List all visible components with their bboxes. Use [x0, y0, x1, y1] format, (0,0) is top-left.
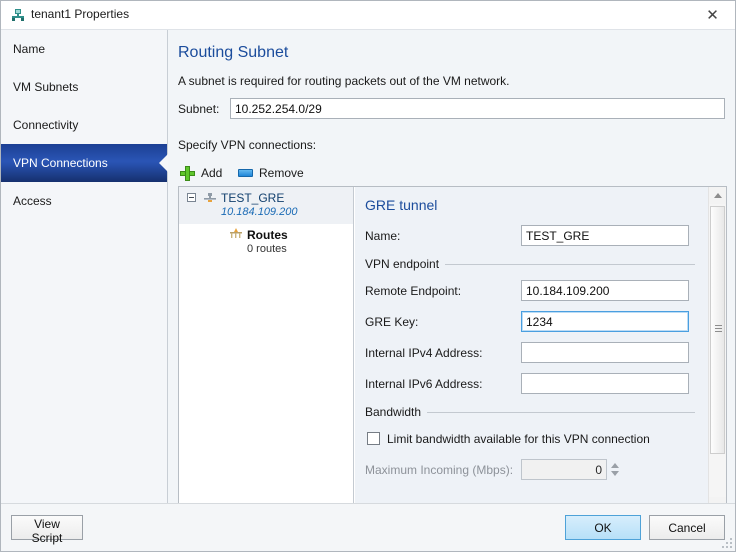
sidebar-item-access[interactable]: Access	[1, 182, 167, 220]
field-internal-ipv4-input[interactable]	[521, 342, 689, 363]
ok-button[interactable]: OK	[565, 515, 641, 540]
subnet-label: Subnet:	[178, 102, 220, 116]
detail-title: GRE tunnel	[365, 197, 438, 213]
field-remote-endpoint: Remote Endpoint:	[365, 280, 695, 301]
specify-vpn-label: Specify VPN connections:	[178, 138, 317, 152]
limit-bandwidth-row[interactable]: Limit bandwidth available for this VPN c…	[367, 431, 697, 447]
stepper-down-icon[interactable]	[611, 471, 619, 476]
sidebar-item-connectivity[interactable]: Connectivity	[1, 106, 167, 144]
group-vpn-endpoint-label: VPN endpoint	[365, 257, 446, 271]
sidebar: Name VM Subnets Connectivity VPN Connect…	[1, 30, 168, 503]
properties-dialog: tenant1 Properties ✕ Name VM Subnets Con…	[0, 0, 736, 552]
field-internal-ipv6: Internal IPv6 Address:	[365, 373, 695, 394]
sidebar-item-vm-subnets[interactable]: VM Subnets	[1, 68, 167, 106]
network-vm-icon	[10, 7, 26, 23]
vpn-tree[interactable]: TEST_GRE 10.184.109.200 Routes 0 routes	[179, 187, 354, 503]
field-internal-ipv6-label: Internal IPv6 Address:	[365, 377, 483, 391]
main-panel: Routing Subnet A subnet is required for …	[168, 30, 735, 503]
field-gre-key-input[interactable]	[521, 311, 689, 332]
field-remote-endpoint-label: Remote Endpoint:	[365, 284, 462, 298]
page-description: A subnet is required for routing packets…	[178, 74, 510, 88]
field-name: Name:	[365, 225, 695, 246]
stepper-up-icon[interactable]	[611, 463, 619, 468]
field-internal-ipv4: Internal IPv4 Address:	[365, 342, 695, 363]
scrollbar-thumb[interactable]	[710, 206, 725, 454]
field-internal-ipv6-input[interactable]	[521, 373, 689, 394]
field-internal-ipv4-label: Internal IPv4 Address:	[365, 346, 483, 360]
close-icon[interactable]: ✕	[690, 1, 735, 29]
add-button[interactable]: Add	[180, 160, 222, 186]
tree-item-test-gre[interactable]: TEST_GRE 10.184.109.200	[179, 187, 353, 224]
vpn-tunnel-icon	[203, 192, 217, 204]
collapse-icon[interactable]	[187, 193, 196, 202]
field-name-label: Name:	[365, 229, 401, 243]
max-incoming-input[interactable]	[521, 459, 607, 480]
subnet-row: Subnet:	[178, 98, 726, 120]
limit-bandwidth-label: Limit bandwidth available for this VPN c…	[387, 432, 650, 446]
window-title: tenant1 Properties	[31, 7, 130, 21]
plus-icon	[180, 165, 195, 181]
scrollbar-grip-icon	[715, 325, 722, 334]
field-gre-key-label: GRE Key:	[365, 315, 419, 329]
remove-button[interactable]: Remove	[238, 160, 304, 186]
field-remote-endpoint-input[interactable]	[521, 280, 689, 301]
minus-icon	[238, 169, 253, 177]
vpn-detail-panel: GRE tunnel Name: VPN endpoint Remote End…	[355, 187, 726, 503]
sidebar-item-name[interactable]: Name	[1, 30, 167, 68]
subnet-input[interactable]	[230, 98, 725, 119]
limit-bandwidth-checkbox[interactable]	[367, 432, 380, 445]
group-vpn-endpoint: VPN endpoint	[365, 257, 695, 271]
tree-item-name: TEST_GRE	[221, 191, 285, 205]
add-button-label: Add	[201, 166, 223, 180]
vpn-toolbar: Add Remove	[178, 160, 696, 186]
max-incoming-stepper[interactable]	[610, 459, 621, 480]
cancel-button[interactable]: Cancel	[649, 515, 725, 540]
scroll-up-icon[interactable]	[709, 187, 726, 204]
group-bandwidth: Bandwidth	[365, 405, 695, 419]
detail-scrollbar[interactable]	[708, 187, 726, 503]
resize-grip-icon[interactable]	[722, 538, 732, 548]
vpn-detail-inner: GRE tunnel Name: VPN endpoint Remote End…	[355, 187, 707, 503]
max-incoming-row: Maximum Incoming (Mbps):	[365, 459, 695, 480]
vpn-connections-pane: TEST_GRE 10.184.109.200 Routes 0 routes …	[178, 186, 727, 503]
page-title: Routing Subnet	[178, 44, 289, 61]
tree-child-name: Routes	[247, 228, 288, 242]
remove-button-label: Remove	[259, 166, 304, 180]
sidebar-item-vpn-connections[interactable]: VPN Connections	[1, 144, 168, 182]
routes-icon	[229, 228, 243, 240]
view-script-button[interactable]: View Script	[11, 515, 83, 545]
title-bar: tenant1 Properties ✕	[1, 1, 735, 29]
dialog-content: Name VM Subnets Connectivity VPN Connect…	[1, 29, 735, 503]
max-incoming-label: Maximum Incoming (Mbps):	[365, 463, 514, 477]
field-name-input[interactable]	[521, 225, 689, 246]
tree-child-detail: 0 routes	[247, 243, 287, 255]
dialog-footer: View Script OK Cancel	[1, 503, 735, 551]
tree-item-address: 10.184.109.200	[221, 206, 298, 218]
field-gre-key: GRE Key:	[365, 311, 695, 332]
tree-item-routes[interactable]: Routes 0 routes	[179, 224, 353, 261]
group-bandwidth-label: Bandwidth	[365, 405, 428, 419]
